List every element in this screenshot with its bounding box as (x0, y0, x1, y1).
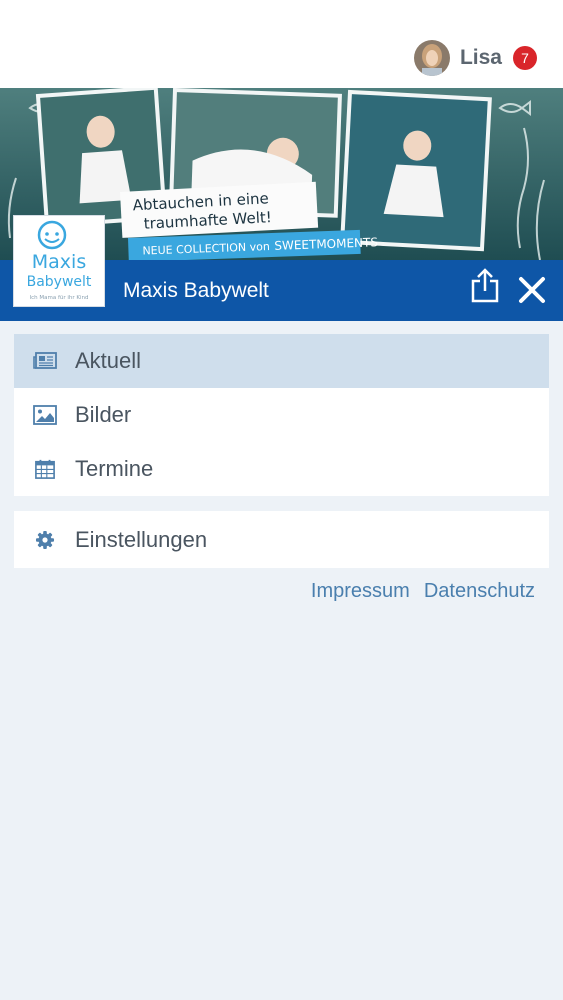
menu-item-label: Einstellungen (75, 527, 208, 552)
notification-badge[interactable]: 7 (513, 46, 537, 70)
menu-item-label: Aktuell (75, 348, 142, 373)
gear-icon (36, 531, 54, 549)
user-name: Lisa (459, 46, 502, 69)
newspaper-icon (33, 352, 57, 369)
share-button[interactable] (470, 268, 500, 304)
logo-tagline: Ich Mama für ihr Kind (29, 295, 88, 301)
site-title: Maxis Babywelt (123, 279, 269, 302)
logo-line2: Babywelt (27, 274, 92, 290)
datenschutz-link[interactable]: Datenschutz (424, 580, 535, 603)
footer-links: Impressum Datenschutz (311, 580, 535, 603)
user-profile[interactable]: Lisa 7 (413, 40, 537, 76)
menu-item-bilder[interactable]: Bilder (14, 388, 549, 442)
calendar-icon (35, 459, 55, 479)
menu-item-termine[interactable]: Termine (14, 442, 549, 496)
share-icon (471, 268, 499, 303)
close-icon (519, 277, 545, 303)
menu-item-label: Bilder (75, 402, 132, 427)
logo-line1: Maxis (32, 251, 86, 273)
close-button[interactable] (516, 274, 548, 306)
menu-item-aktuell[interactable]: Aktuell (14, 334, 549, 388)
settings-card: Einstellungen (14, 511, 549, 568)
avatar[interactable] (413, 40, 450, 76)
top-bar: Lisa 7 (0, 0, 563, 88)
menu-item-label: Termine (75, 456, 154, 481)
image-icon (33, 405, 57, 425)
navigation-menu: Aktuell Bilder Termine (14, 334, 549, 496)
menu-item-einstellungen[interactable]: Einstellungen (14, 513, 549, 567)
impressum-link[interactable]: Impressum (311, 580, 410, 603)
site-logo: Maxis Babywelt Ich Mama für ihr Kind (13, 215, 105, 307)
